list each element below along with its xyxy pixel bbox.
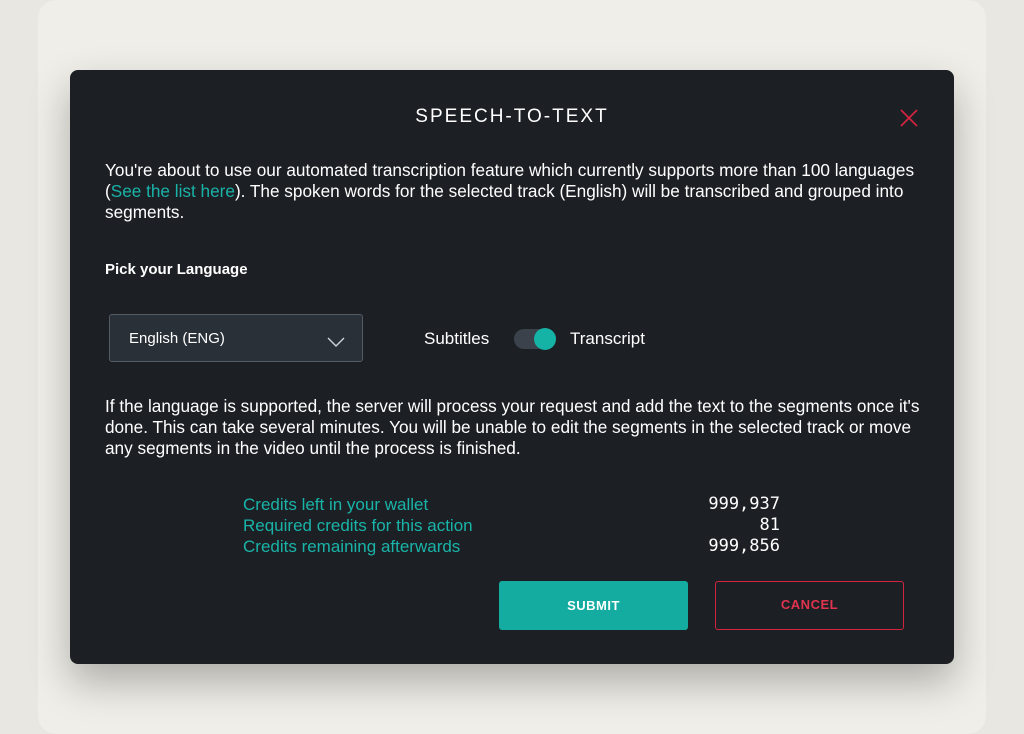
cancel-button[interactable]: CANCEL bbox=[715, 581, 904, 630]
language-select-value: English (ENG) bbox=[129, 330, 225, 347]
credit-value: 999,856 bbox=[708, 536, 780, 556]
intro-text: You're about to use our automated transc… bbox=[105, 160, 935, 223]
close-icon[interactable] bbox=[898, 107, 920, 129]
credit-label: Required credits for this action bbox=[243, 516, 473, 535]
chevron-down-icon bbox=[327, 334, 345, 347]
dialog-title: SPEECH-TO-TEXT bbox=[415, 106, 609, 127]
processing-info-text: If the language is supported, the server… bbox=[105, 396, 920, 458]
submit-button[interactable]: SUBMIT bbox=[499, 581, 688, 630]
toggle-label-subtitles: Subtitles bbox=[424, 329, 490, 348]
credit-row-wallet: Credits left in your wallet 999,937 bbox=[243, 494, 780, 515]
language-list-link[interactable]: See the list here bbox=[111, 181, 235, 201]
credit-row-required: Required credits for this action 81 bbox=[243, 515, 780, 536]
credit-label: Credits left in your wallet bbox=[243, 495, 429, 514]
credit-value: 81 bbox=[759, 515, 780, 535]
language-select[interactable]: English (ENG) bbox=[109, 314, 363, 362]
credits-summary: Credits left in your wallet 999,937 Requ… bbox=[243, 494, 780, 557]
credit-label: Credits remaining afterwards bbox=[243, 537, 461, 556]
subtitles-transcript-toggle[interactable] bbox=[514, 328, 556, 350]
toggle-label-transcript: Transcript bbox=[570, 329, 645, 348]
credit-value: 999,937 bbox=[708, 494, 780, 514]
pick-language-label: Pick your Language bbox=[105, 261, 248, 278]
speech-to-text-dialog: SPEECH-TO-TEXT You're about to use our a… bbox=[70, 70, 954, 664]
toggle-knob bbox=[534, 328, 556, 350]
credit-row-remaining: Credits remaining afterwards 999,856 bbox=[243, 536, 780, 557]
